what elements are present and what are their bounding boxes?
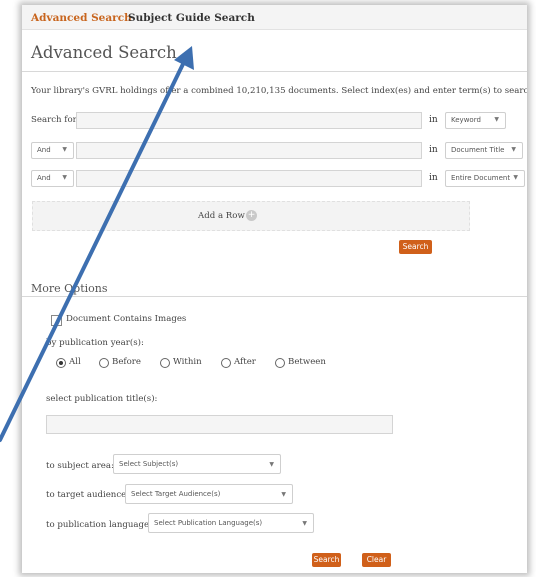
pub-title-input[interactable] (46, 415, 393, 434)
title-divider (22, 71, 527, 72)
audience-select[interactable]: Select Target Audience(s) ▼ (125, 484, 293, 504)
clear-button[interactable]: Clear (362, 553, 391, 567)
subject-select-value: Select Subject(s) (119, 460, 179, 468)
more-options-heading: More Options (31, 282, 108, 295)
chevron-down-icon: ▼ (513, 174, 518, 181)
year-between-label: Between (288, 357, 326, 367)
pub-language-label: to publication language: (46, 520, 153, 530)
pub-title-label: select publication title(s): (46, 394, 158, 404)
search-button[interactable]: Search (399, 240, 432, 254)
pub-year-label: by publication year(s): (46, 338, 144, 348)
intro-text: Your library's GVRL holdings offer a com… (31, 86, 527, 96)
index-select-2[interactable]: Document Title ▼ (445, 142, 523, 159)
tab-advanced-search[interactable]: Advanced Search (31, 12, 132, 24)
add-row-label: Add a Row (198, 211, 245, 221)
top-nav: Advanced Search Subject Guide Search (22, 5, 527, 30)
search-term-input-3[interactable] (76, 170, 422, 187)
chevron-down-icon: ▼ (269, 461, 274, 468)
audience-select-value: Select Target Audience(s) (131, 490, 221, 498)
index-select-3[interactable]: Entire Document ▼ (445, 170, 525, 187)
year-before-label: Before (112, 357, 141, 367)
year-within-radio[interactable] (160, 358, 170, 368)
operator-select-2[interactable]: And ▼ (31, 142, 74, 159)
advanced-search-panel: Advanced Search Subject Guide Search Adv… (22, 5, 527, 573)
operator-select-2-value: And (37, 146, 51, 154)
search-for-label: Search for (31, 115, 77, 125)
in-label-3: in (429, 173, 438, 183)
plus-icon: + (246, 210, 257, 221)
year-between-radio[interactable] (275, 358, 285, 368)
operator-select-3-value: And (37, 174, 51, 182)
language-select-value: Select Publication Language(s) (154, 519, 263, 527)
tab-subject-guide-search[interactable]: Subject Guide Search (128, 12, 255, 24)
in-label-2: in (429, 145, 438, 155)
page-title: Advanced Search (31, 43, 177, 62)
index-select-1-value: Keyword (451, 116, 481, 124)
chevron-down-icon: ▼ (281, 491, 286, 498)
year-after-label: After (234, 357, 256, 367)
year-all-radio[interactable] (56, 358, 66, 368)
search-term-input-1[interactable] (76, 112, 422, 129)
contains-images-label: Document Contains Images (66, 314, 187, 324)
year-before-radio[interactable] (99, 358, 109, 368)
chevron-down-icon: ▼ (62, 146, 67, 153)
subject-select[interactable]: Select Subject(s) ▼ (113, 454, 281, 474)
language-select[interactable]: Select Publication Language(s) ▼ (148, 513, 314, 533)
subject-area-label: to subject area: (46, 461, 114, 471)
more-options-divider (22, 296, 527, 297)
year-all-label: All (69, 357, 81, 367)
index-select-3-value: Entire Document (451, 174, 511, 182)
year-within-label: Within (173, 357, 202, 367)
chevron-down-icon: ▼ (494, 116, 499, 123)
chevron-down-icon: ▼ (302, 520, 307, 527)
index-select-1[interactable]: Keyword ▼ (445, 112, 506, 129)
search-term-input-2[interactable] (76, 142, 422, 159)
bottom-search-button[interactable]: Search (312, 553, 341, 567)
operator-select-3[interactable]: And ▼ (31, 170, 74, 187)
chevron-down-icon: ▼ (62, 174, 67, 181)
contains-images-checkbox[interactable] (51, 315, 62, 326)
in-label-1: in (429, 115, 438, 125)
year-after-radio[interactable] (221, 358, 231, 368)
index-select-2-value: Document Title (451, 146, 505, 154)
target-audience-label: to target audience (46, 490, 127, 500)
chevron-down-icon: ▼ (511, 146, 516, 153)
add-row-button[interactable]: Add a Row + (32, 201, 470, 231)
